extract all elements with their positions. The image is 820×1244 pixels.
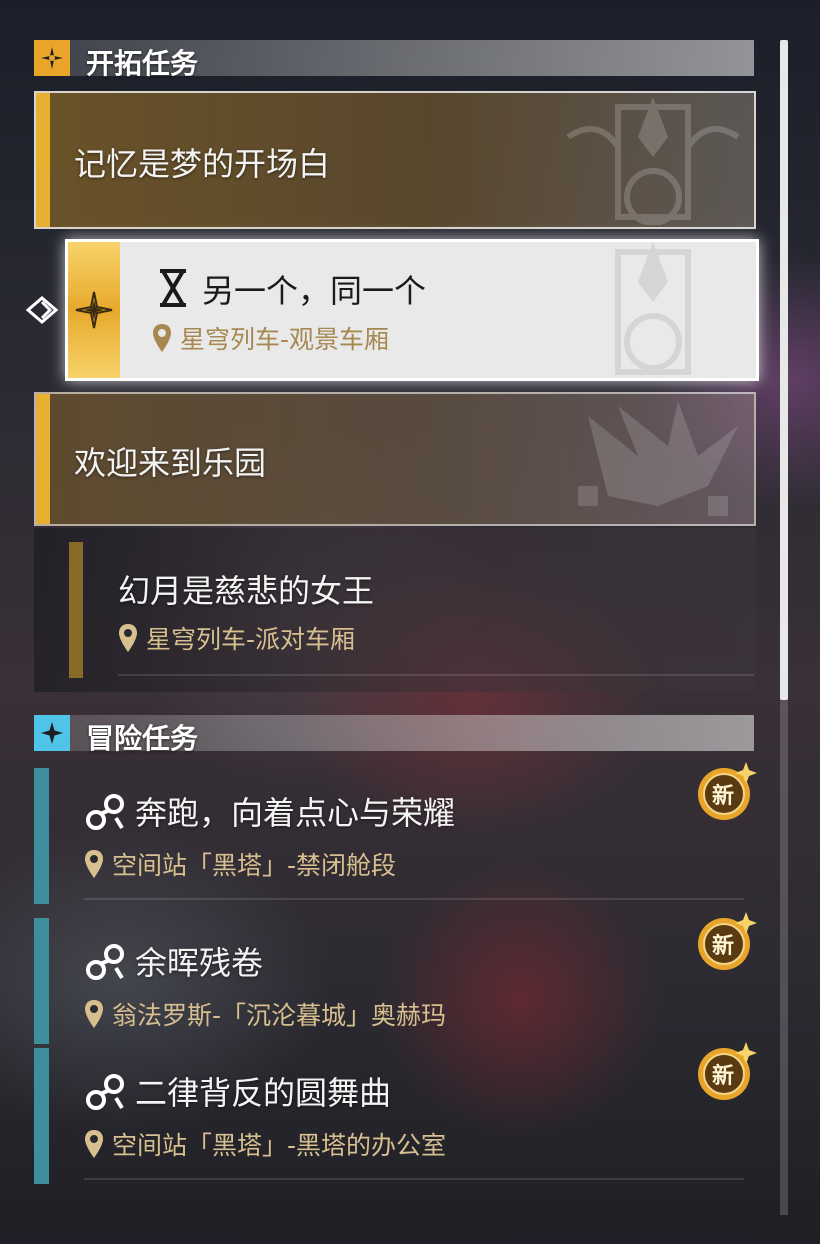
trailblaze-compass-icon xyxy=(75,291,113,329)
adventure-quest-icon xyxy=(86,944,124,980)
quest-card-welcome-paradise[interactable]: 欢迎来到乐园 xyxy=(34,392,756,526)
quest-title: 记忆是梦的开场白 xyxy=(74,145,331,183)
quest-title: 二律背反的圆舞曲 xyxy=(135,1074,392,1112)
quest-title: 另一个，同一个 xyxy=(202,272,427,310)
adventure-star-icon xyxy=(34,715,70,751)
location-pin-icon xyxy=(85,1000,103,1028)
quest-accent-bar xyxy=(36,394,50,524)
adventure-quest-icon xyxy=(86,794,124,830)
adventure-quest-icon xyxy=(86,1074,124,1110)
location-pin-icon xyxy=(85,850,103,878)
divider xyxy=(84,898,744,900)
location-pin-icon xyxy=(85,1130,103,1158)
pointer-arrow-icon xyxy=(25,296,59,324)
tracked-quest-banner xyxy=(68,242,120,378)
quest-accent-bar xyxy=(34,1048,49,1184)
quest-location: 星穹列车-派对车厢 xyxy=(118,620,355,656)
emblem-decoration xyxy=(566,97,740,225)
quest-title: 幻月是慈悲的女王 xyxy=(118,572,375,610)
quest-location-text: 星穹列车-观景车厢 xyxy=(180,325,390,354)
quest-location: 星穹列车-观景车厢 xyxy=(152,320,389,356)
creature-emblem-decoration xyxy=(578,401,738,516)
quest-location-text: 空间站「黑塔」-黑塔的办公室 xyxy=(112,1131,447,1160)
quest-location: 空间站「黑塔」-禁闭舱段 xyxy=(84,846,396,882)
scrollbar-thumb[interactable] xyxy=(780,40,788,700)
quest-location-text: 星穹列车-派对车厢 xyxy=(146,625,356,654)
quest-location: 空间站「黑塔」-黑塔的办公室 xyxy=(84,1126,446,1162)
quest-accent-bar xyxy=(34,768,49,904)
new-badge-label: 新 xyxy=(711,1064,734,1089)
hourglass-icon xyxy=(160,269,186,307)
divider xyxy=(84,1178,744,1180)
location-pin-icon xyxy=(119,624,137,652)
quest-accent-bar xyxy=(34,918,49,1044)
quest-card-twilight-scroll[interactable]: 余晖残卷 翁法罗斯-「沉沦暮城」奥赫玛 新 xyxy=(34,912,757,1044)
quest-card-illusory-moon[interactable]: 幻月是慈悲的女王 星穹列车-派对车厢 xyxy=(34,528,756,692)
quest-card-running-for-pastries[interactable]: 奔跑，向着点心与荣耀 空间站「黑塔」-禁闭舱段 新 xyxy=(34,762,757,904)
quest-card-another-same[interactable]: 另一个，同一个 星穹列车-观景车厢 xyxy=(65,239,759,381)
quest-title: 奔跑，向着点心与荣耀 xyxy=(135,794,456,832)
quest-title: 欢迎来到乐园 xyxy=(74,444,267,482)
adventure-section-title: 冒险任务 xyxy=(86,722,199,755)
trailblaze-compass-icon xyxy=(34,40,70,76)
trailblaze-section-title: 开拓任务 xyxy=(86,47,199,80)
quest-location-text: 翁法罗斯-「沉沦暮城」奥赫玛 xyxy=(112,1001,447,1030)
quest-card-memory-prologue[interactable]: 记忆是梦的开场白 xyxy=(34,91,756,229)
quest-title: 余晖残卷 xyxy=(135,944,264,982)
emblem-decoration xyxy=(615,242,691,375)
quest-location: 翁法罗斯-「沉沦暮城」奥赫玛 xyxy=(84,996,446,1032)
new-badge-label: 新 xyxy=(711,784,734,809)
quest-location-text: 空间站「黑塔」-禁闭舱段 xyxy=(112,851,397,880)
location-pin-icon xyxy=(153,324,171,352)
trailblaze-section-header: 开拓任务 xyxy=(34,40,754,80)
quest-accent-bar xyxy=(36,93,50,227)
quest-card-antinomy-waltz[interactable]: 二律背反的圆舞曲 空间站「黑塔」-黑塔的办公室 新 xyxy=(34,1042,757,1184)
quest-accent-bar xyxy=(69,542,83,678)
new-badge-icon: 新 xyxy=(694,1040,758,1104)
new-badge-icon: 新 xyxy=(694,910,758,974)
adventure-section-header: 冒险任务 xyxy=(34,715,754,755)
new-badge-label: 新 xyxy=(711,934,734,959)
divider xyxy=(118,674,754,676)
new-badge-icon: 新 xyxy=(694,760,758,824)
